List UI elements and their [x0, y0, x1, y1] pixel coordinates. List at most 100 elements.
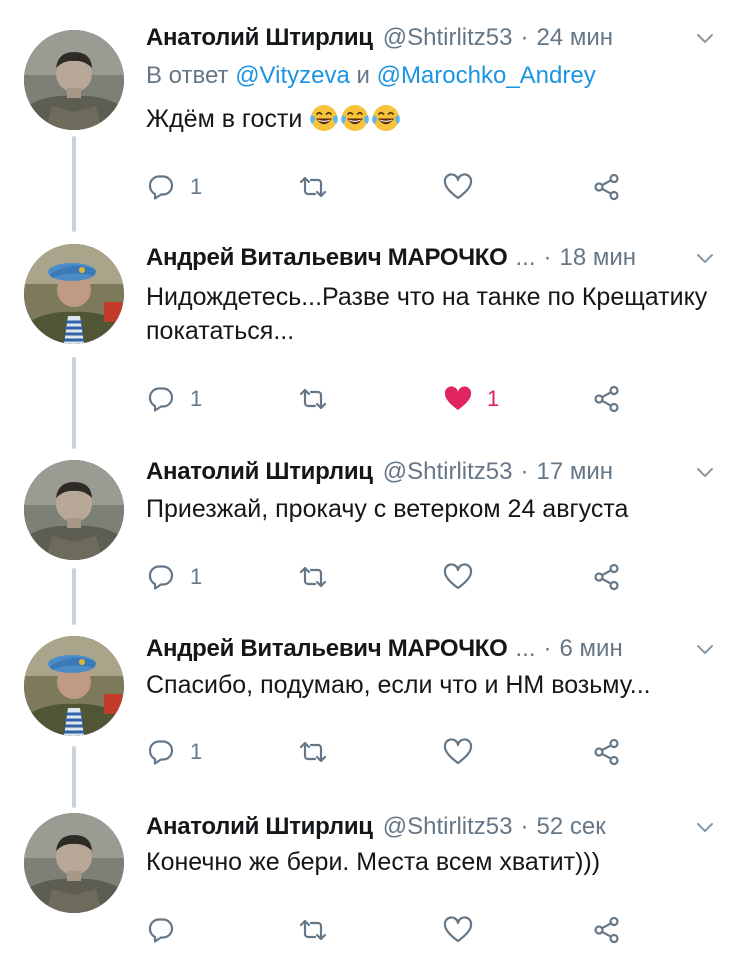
- timestamp[interactable]: 24 мин: [537, 24, 614, 52]
- tweet-actions: 1: [146, 560, 646, 594]
- retweet-icon: [298, 384, 328, 414]
- tweet-text: Приезжай, прокачу с ветерком 24 августа: [146, 492, 721, 526]
- tweet-text: Ждём в гости: [146, 102, 721, 136]
- like-button[interactable]: 1: [443, 382, 499, 416]
- truncation-dots: ...: [515, 635, 536, 662]
- tweet-header: Андрей Витальевич МАРОЧКО ... · 6 мин: [146, 633, 721, 665]
- separator: ·: [520, 813, 529, 840]
- avatar[interactable]: [24, 813, 124, 913]
- tears-of-joy-icon: [309, 103, 339, 133]
- heart-icon: [443, 172, 473, 202]
- chevron-down-icon[interactable]: [695, 817, 715, 837]
- reply-icon: [146, 384, 176, 414]
- timestamp[interactable]: 52 сек: [537, 813, 606, 841]
- tweet[interactable]: Андрей Витальевич МАРОЧКО ... · 6 мин Сп…: [0, 625, 741, 805]
- like-button[interactable]: [443, 735, 473, 769]
- like-button[interactable]: [443, 560, 473, 594]
- share-button[interactable]: [592, 735, 622, 769]
- author-name[interactable]: Анатолий Штирлиц: [146, 24, 373, 52]
- avatar[interactable]: [24, 244, 124, 344]
- heart-icon: [443, 915, 473, 945]
- tweet-header: Анатолий Штирлиц @Shtirlitz53 · 52 сек: [146, 811, 721, 843]
- chevron-down-icon[interactable]: [695, 462, 715, 482]
- reply-count: 1: [190, 564, 203, 589]
- tweet-text-body: Конечно же бери. Места всем хватит))): [146, 848, 601, 876]
- author-name[interactable]: Андрей Витальевич МАРОЧКО: [146, 635, 508, 663]
- tweet-actions: 1 1: [146, 382, 646, 416]
- tweet-actions: 1: [146, 735, 646, 769]
- reply-button[interactable]: [146, 913, 176, 947]
- reply-icon: [146, 562, 176, 592]
- author-name[interactable]: Андрей Витальевич МАРОЧКО: [146, 244, 508, 272]
- share-button[interactable]: [592, 560, 622, 594]
- reply-count: 1: [190, 386, 203, 411]
- avatar[interactable]: [24, 460, 124, 560]
- separator: ·: [520, 458, 529, 485]
- share-button[interactable]: [592, 382, 622, 416]
- heart-icon: [443, 737, 473, 767]
- reply-button[interactable]: 1: [146, 382, 202, 416]
- reply-button[interactable]: 1: [146, 735, 202, 769]
- avatar[interactable]: [24, 30, 124, 130]
- tweet-text-body: Спасибо, подумаю, если что и НМ возьму..…: [146, 671, 651, 699]
- tweet-actions: [146, 913, 646, 947]
- reply-context: В ответ @Vityzeva и @Marochko_Andrey: [146, 62, 596, 90]
- mention-link[interactable]: @Marochko_Andrey: [377, 62, 596, 89]
- heart-icon: [443, 562, 473, 592]
- reply-count: 1: [190, 739, 203, 764]
- tweet[interactable]: Андрей Витальевич МАРОЧКО ... · 18 мин Н…: [0, 232, 741, 450]
- retweet-icon: [298, 915, 328, 945]
- timestamp[interactable]: 17 мин: [537, 458, 614, 486]
- share-button[interactable]: [592, 913, 622, 947]
- reply-icon: [146, 915, 176, 945]
- separator: ·: [543, 635, 552, 662]
- tears-of-joy-icon: [371, 103, 401, 133]
- truncation-dots: ...: [515, 244, 536, 271]
- tweet[interactable]: Анатолий Штирлиц @Shtirlitz53 · 17 мин П…: [0, 450, 741, 625]
- share-icon: [592, 384, 622, 414]
- tweet[interactable]: Анатолий Штирлиц @Shtirlitz53 · 52 сек К…: [0, 805, 741, 960]
- tweet[interactable]: Анатолий Штирлиц @Shtirlitz53 · 24 мин В…: [0, 0, 741, 232]
- separator: ·: [520, 24, 529, 51]
- share-button[interactable]: [592, 170, 622, 204]
- heart-filled-icon: [443, 384, 473, 414]
- author-name[interactable]: Анатолий Штирлиц: [146, 813, 373, 841]
- retweet-button[interactable]: [298, 735, 328, 769]
- author-handle[interactable]: @Shtirlitz53: [383, 458, 513, 486]
- retweet-icon: [298, 172, 328, 202]
- retweet-button[interactable]: [298, 560, 328, 594]
- tweet-text-body: Нидождетесь...Разве что на танке по Крещ…: [146, 283, 708, 345]
- tweet-text-body: Ждём в гости: [146, 105, 303, 133]
- tweet-text: Конечно же бери. Места всем хватит))): [146, 845, 721, 879]
- retweet-icon: [298, 737, 328, 767]
- retweet-button[interactable]: [298, 382, 328, 416]
- like-button[interactable]: [443, 913, 473, 947]
- reply-count: 1: [190, 174, 203, 199]
- reply-icon: [146, 737, 176, 767]
- share-icon: [592, 172, 622, 202]
- avatar[interactable]: [24, 636, 124, 736]
- chevron-down-icon[interactable]: [695, 639, 715, 659]
- reply-prefix: В ответ: [146, 62, 236, 89]
- timestamp[interactable]: 6 мин: [560, 635, 623, 663]
- retweet-icon: [298, 562, 328, 592]
- author-handle[interactable]: @Shtirlitz53: [383, 813, 513, 841]
- timestamp[interactable]: 18 мин: [560, 244, 637, 272]
- chevron-down-icon[interactable]: [695, 28, 715, 48]
- share-icon: [592, 562, 622, 592]
- like-button[interactable]: [443, 170, 473, 204]
- tweet-text-body: Приезжай, прокачу с ветерком 24 августа: [146, 495, 629, 523]
- mention-link[interactable]: @Vityzeva: [235, 62, 350, 89]
- tweet-text: Нидождетесь...Разве что на танке по Крещ…: [146, 280, 721, 348]
- author-handle[interactable]: @Shtirlitz53: [383, 24, 513, 52]
- chevron-down-icon[interactable]: [695, 248, 715, 268]
- tears-of-joy-icon: [340, 103, 370, 133]
- reply-button[interactable]: 1: [146, 560, 202, 594]
- author-name[interactable]: Анатолий Штирлиц: [146, 458, 373, 486]
- share-icon: [592, 737, 622, 767]
- separator: ·: [543, 244, 552, 271]
- retweet-button[interactable]: [298, 913, 328, 947]
- tweet-header: Анатолий Штирлиц @Shtirlitz53 · 24 мин: [146, 22, 721, 54]
- retweet-button[interactable]: [298, 170, 328, 204]
- reply-button[interactable]: 1: [146, 170, 202, 204]
